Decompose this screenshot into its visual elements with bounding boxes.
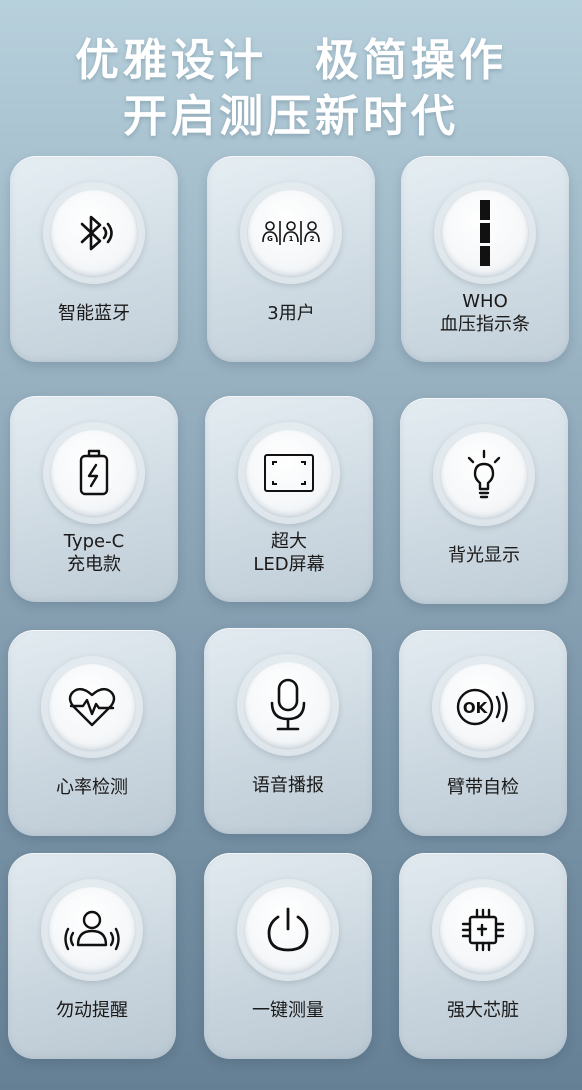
svg-text:G: G bbox=[267, 235, 273, 243]
feature-tile-typec: Type-C 充电款 bbox=[10, 396, 178, 602]
feature-label: 心率检测 bbox=[56, 777, 128, 798]
feature-tile-screen: 超大 LED屏幕 bbox=[205, 396, 373, 602]
feature-tile-voice: 语音播报 bbox=[204, 628, 372, 834]
feature-label: 智能蓝牙 bbox=[58, 303, 130, 324]
feature-label: 背光显示 bbox=[448, 545, 520, 566]
screen-icon bbox=[264, 454, 314, 492]
indicator-bar-icon bbox=[480, 200, 490, 266]
feature-label: 3用户 bbox=[267, 303, 315, 324]
headline-line-1: 优雅设计 极简操作 bbox=[75, 35, 507, 86]
feature-tile-users: G 1 2 3用户 bbox=[207, 156, 375, 362]
feature-tile-backlight: 背光显示 bbox=[400, 398, 568, 604]
svg-text:1: 1 bbox=[289, 235, 294, 243]
feature-label: 语音播报 bbox=[252, 775, 324, 796]
feature-tile-bluetooth: 智能蓝牙 bbox=[10, 156, 178, 362]
feature-label: 强大芯脏 bbox=[447, 1000, 519, 1021]
headline-line-2: 开启测压新时代 bbox=[123, 91, 459, 142]
feature-tile-motion: 勿动提醒 bbox=[8, 853, 176, 1059]
feature-label: WHO 血压指示条 bbox=[440, 291, 530, 335]
battery-charge-icon bbox=[79, 449, 109, 496]
feature-tile-indicator: WHO 血压指示条 bbox=[401, 156, 569, 362]
lightbulb-icon bbox=[467, 449, 501, 499]
users-icon: G 1 2 bbox=[262, 221, 320, 245]
person-motion-icon bbox=[64, 910, 120, 951]
heart-rate-icon bbox=[68, 687, 116, 727]
svg-text:OK: OK bbox=[463, 699, 489, 717]
feature-tile-heart-rate: 心率检测 bbox=[8, 630, 176, 836]
feature-label: 勿动提醒 bbox=[56, 1000, 128, 1021]
feature-label: Type-C 充电款 bbox=[63, 531, 125, 575]
ok-sound-icon: OK bbox=[456, 688, 508, 726]
svg-text:2: 2 bbox=[310, 235, 315, 243]
microphone-icon bbox=[270, 678, 306, 731]
feature-tile-cuff-check: OK 臂带自检 bbox=[399, 630, 567, 836]
feature-tile-chip: 强大芯脏 bbox=[399, 853, 567, 1059]
power-icon bbox=[267, 907, 309, 952]
bluetooth-icon bbox=[80, 215, 113, 251]
feature-tile-one-key: 一键测量 bbox=[204, 853, 372, 1059]
chip-icon bbox=[461, 908, 505, 952]
feature-label: 臂带自检 bbox=[447, 777, 519, 798]
feature-label: 一键测量 bbox=[252, 1000, 324, 1021]
feature-label: 超大 LED屏幕 bbox=[253, 531, 325, 575]
